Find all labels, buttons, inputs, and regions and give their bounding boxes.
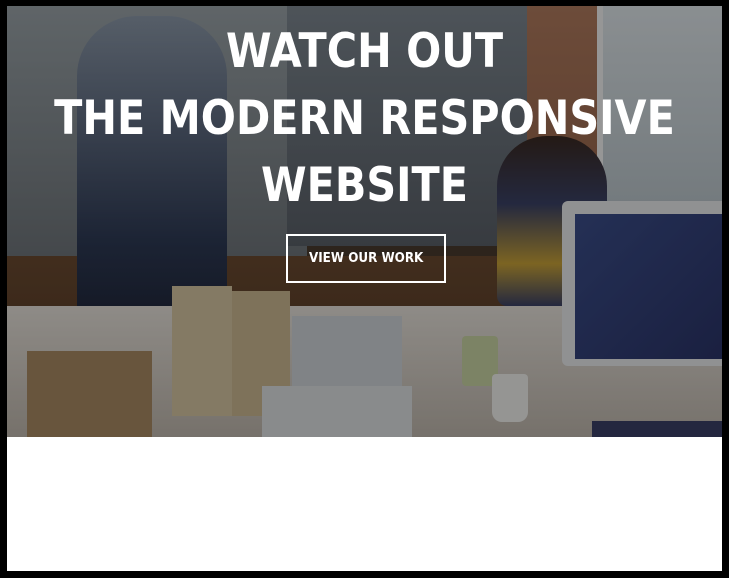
hero-content: WATCH OUT THE MODERN RESPONSIVE WEBSITE … [7, 6, 722, 437]
hero-section: WATCH OUT THE MODERN RESPONSIVE WEBSITE … [7, 6, 722, 437]
view-our-work-label: VIEW OUR WORK [308, 251, 424, 266]
browser-frame: WATCH OUT THE MODERN RESPONSIVE WEBSITE … [0, 0, 729, 578]
content-section-empty [7, 437, 722, 571]
headline-line-2: THE MODERN RESPONSIVE [54, 91, 675, 146]
hero-headline: WATCH OUT THE MODERN RESPONSIVE WEBSITE [50, 18, 679, 219]
headline-line-3: WEBSITE [260, 158, 469, 213]
view-our-work-button[interactable]: VIEW OUR WORK [286, 234, 446, 283]
headline-line-1: WATCH OUT [225, 24, 504, 79]
